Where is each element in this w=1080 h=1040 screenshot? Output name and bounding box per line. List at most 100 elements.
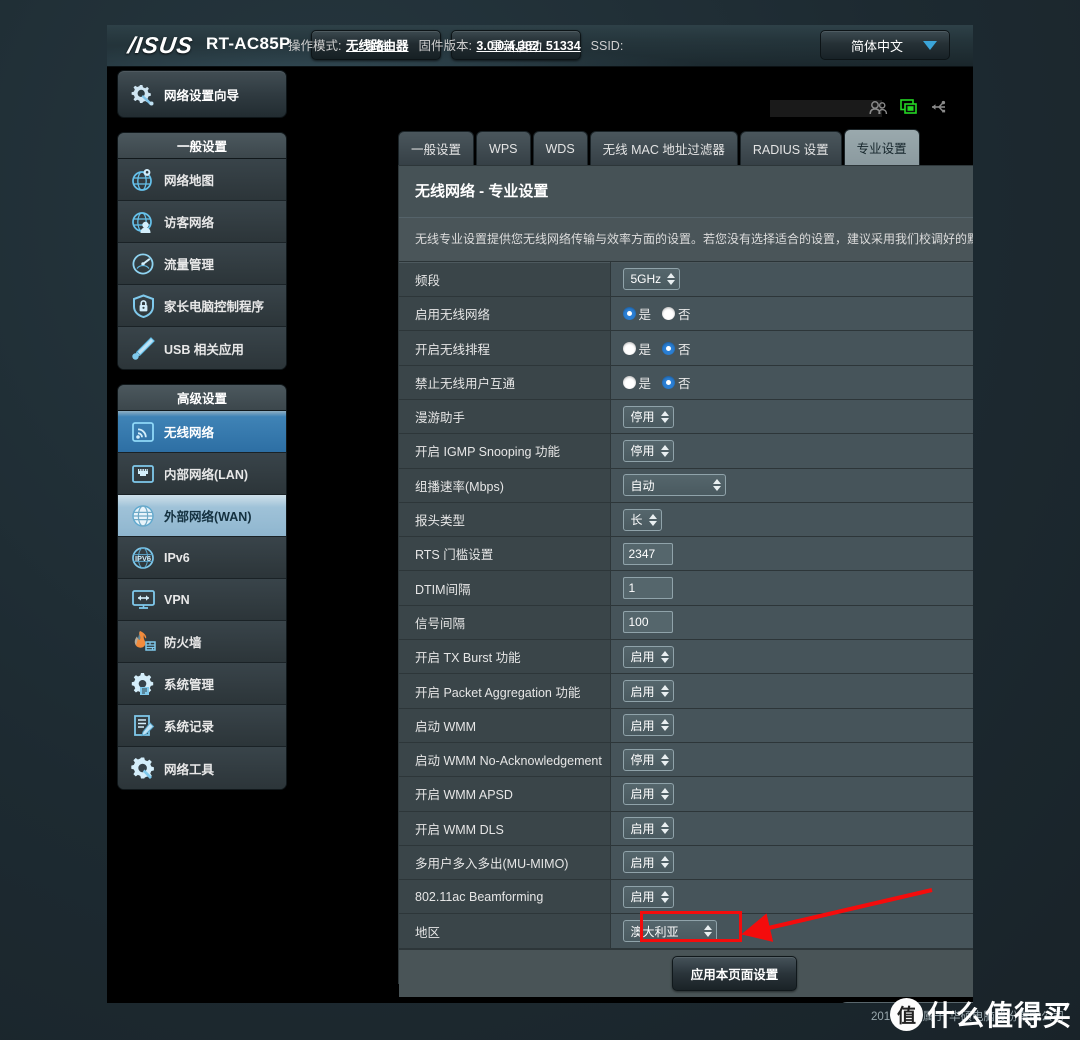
panel-header: 无线网络 - 专业设置 xyxy=(399,166,973,218)
ipv6-icon: IPV6 xyxy=(126,546,160,570)
wmm-no-ack-select[interactable]: 停用 xyxy=(622,748,674,771)
operation-mode-value[interactable]: 无线路由器 xyxy=(346,39,409,53)
stepper-arrows-icon xyxy=(660,787,669,800)
roaming-assistant-select[interactable]: 停用 xyxy=(622,405,674,428)
tab-general[interactable]: 一般设置 xyxy=(398,131,475,165)
firmware-value[interactable]: 3.0.0.4.382_51334 xyxy=(476,39,580,53)
select-value: 澳大利亚 xyxy=(630,924,679,939)
row-value: 启用 xyxy=(610,673,973,709)
radio-yes[interactable]: 是 xyxy=(622,373,651,392)
tab-professional[interactable]: 专业设置 xyxy=(843,129,920,165)
sidebar-item-parental-control[interactable]: 家长电脑控制程序 xyxy=(118,285,286,327)
tab-wds[interactable]: WDS xyxy=(532,131,588,165)
row-label: 开启 WMM DLS xyxy=(399,810,611,846)
copyright-text: 2018 版权属于 华硕电脑股份有限公司 xyxy=(871,1011,1064,1023)
multicast-rate-select[interactable]: 自动 xyxy=(622,474,726,497)
sidebar-item-usb-application[interactable]: USB 相关应用 xyxy=(118,327,286,369)
radio-no[interactable]: 否 xyxy=(662,339,691,358)
table-row: 开启 WMM APSD 启用 xyxy=(399,776,973,812)
wmm-apsd-select[interactable]: 启用 xyxy=(622,782,674,805)
radio-no[interactable]: 否 xyxy=(662,304,691,323)
beamforming-select[interactable]: 启用 xyxy=(622,885,674,908)
packet-aggregation-select[interactable]: 启用 xyxy=(622,680,674,702)
tx-burst-select[interactable]: 启用 xyxy=(622,645,674,668)
row-label: 开启 TX Burst 功能 xyxy=(399,639,611,675)
beacon-interval-input[interactable] xyxy=(622,611,673,634)
sidebar-item-lan[interactable]: 内部网络(LAN) xyxy=(118,453,286,495)
connected-devices-icon[interactable] xyxy=(900,99,918,115)
row-label: 启动 WMM No-Acknowledgement xyxy=(399,741,611,778)
sidebar-item-firewall[interactable]: 防火墙 xyxy=(118,621,286,663)
region-select[interactable]: 澳大利亚 xyxy=(622,920,717,943)
usb-app-icon xyxy=(126,336,160,360)
wireless-icon xyxy=(126,421,160,443)
row-label: 开启 WMM APSD xyxy=(399,776,611,812)
row-value xyxy=(610,536,973,572)
wireless-schedule-radio-group: 是 否 xyxy=(622,339,698,358)
radio-yes[interactable]: 是 xyxy=(622,304,651,323)
radio-no[interactable]: 否 xyxy=(662,373,691,392)
sidebar-label: 外部网络(WAN) xyxy=(164,510,252,524)
sidebar-item-guest-network[interactable]: 访客网络 xyxy=(118,201,286,243)
vpn-icon xyxy=(126,589,160,611)
sidebar-item-wireless[interactable]: 无线网络 xyxy=(118,411,286,453)
igmp-snooping-select[interactable]: 停用 xyxy=(622,439,674,462)
table-row: 地区 澳大利亚 xyxy=(399,913,973,949)
radio-no-label: 否 xyxy=(678,342,691,357)
wmm-select[interactable]: 启用 xyxy=(622,714,674,737)
sidebar-item-network-tools[interactable]: 网络工具 xyxy=(118,747,286,789)
network-tools-icon xyxy=(126,756,160,780)
tab-wps[interactable]: WPS xyxy=(476,131,531,165)
row-value: 启用 xyxy=(610,879,973,915)
rts-threshold-input[interactable] xyxy=(622,542,673,565)
row-value: 长 xyxy=(610,501,973,538)
sidebar-item-setup-wizard[interactable]: 网络设置向导 xyxy=(117,70,287,118)
table-row: 开启无线排程 是 否 xyxy=(399,330,973,366)
preamble-type-select[interactable]: 长 xyxy=(622,508,662,531)
radio-dot-icon xyxy=(622,307,636,321)
system-log-icon xyxy=(126,714,160,738)
sidebar-label: VPN xyxy=(164,592,190,607)
page-title: 无线网络 - 专业设置 xyxy=(415,183,549,200)
apply-settings-button[interactable]: 应用本页面设置 xyxy=(671,955,798,991)
wizard-icon xyxy=(126,82,160,106)
sidebar-group-general-title: 一般设置 xyxy=(118,133,286,159)
sidebar-wizard-label: 网络设置向导 xyxy=(164,88,240,103)
radio-yes-label: 是 xyxy=(638,342,652,357)
row-value: 是 否 xyxy=(610,296,973,332)
administration-icon xyxy=(126,672,160,696)
sidebar-item-administration[interactable]: 系统管理 xyxy=(118,663,286,705)
select-value: 启用 xyxy=(630,855,655,870)
select-value: 启用 xyxy=(630,890,655,905)
mu-mimo-select[interactable]: 启用 xyxy=(622,851,674,874)
clients-users-icon[interactable] xyxy=(869,100,888,115)
sidebar-item-vpn[interactable]: VPN xyxy=(118,579,286,621)
dtim-interval-input[interactable] xyxy=(622,577,673,600)
radio-yes[interactable]: 是 xyxy=(622,339,652,358)
settings-table: 频段 5GHz 启用无线网络 是 否 开启无线排程 是 否 禁止无线用户互通 是… xyxy=(399,261,973,949)
sidebar-item-network-map[interactable]: 网络地图 xyxy=(118,159,286,201)
sidebar-item-wan[interactable]: 外部网络(WAN) xyxy=(118,495,286,537)
faq-search-input[interactable] xyxy=(837,1002,973,1003)
tab-mac-filter[interactable]: 无线 MAC 地址过滤器 xyxy=(589,131,738,165)
sidebar-item-ipv6[interactable]: IPV6 IPv6 xyxy=(118,537,286,579)
tab-radius[interactable]: RADIUS 设置 xyxy=(739,131,842,165)
table-row: 802.11ac Beamforming 启用 xyxy=(399,879,973,915)
stepper-arrows-icon xyxy=(660,410,669,423)
sidebar-label: 网络工具 xyxy=(164,762,215,777)
sidebar-item-system-log[interactable]: 系统记录 xyxy=(118,705,286,747)
wmm-dls-select[interactable]: 启用 xyxy=(622,817,674,840)
band-select[interactable]: 5GHz xyxy=(622,268,681,291)
row-label: RTS 门槛设置 xyxy=(399,536,611,572)
radio-no-label: 否 xyxy=(678,308,691,323)
sidebar-group-general: 一般设置 网络地图 访客网络 流量管理 家长电脑控制程序 USB 相关应用 xyxy=(117,132,287,370)
row-value: 5GHz xyxy=(610,261,973,298)
row-value: 自动 xyxy=(610,467,973,503)
sidebar-label: 无线网络 xyxy=(164,426,215,440)
usb-icon[interactable] xyxy=(930,100,948,114)
sidebar-item-traffic-manager[interactable]: 流量管理 xyxy=(118,243,286,285)
select-value: 长 xyxy=(630,513,643,528)
ssid-label: SSID: xyxy=(590,39,624,53)
language-selector[interactable]: 简体中文 xyxy=(820,30,950,60)
panel-description: 无线专业设置提供您无线网络传输与效率方面的设置。若您没有选择适合的设置，建议采用… xyxy=(399,218,973,262)
